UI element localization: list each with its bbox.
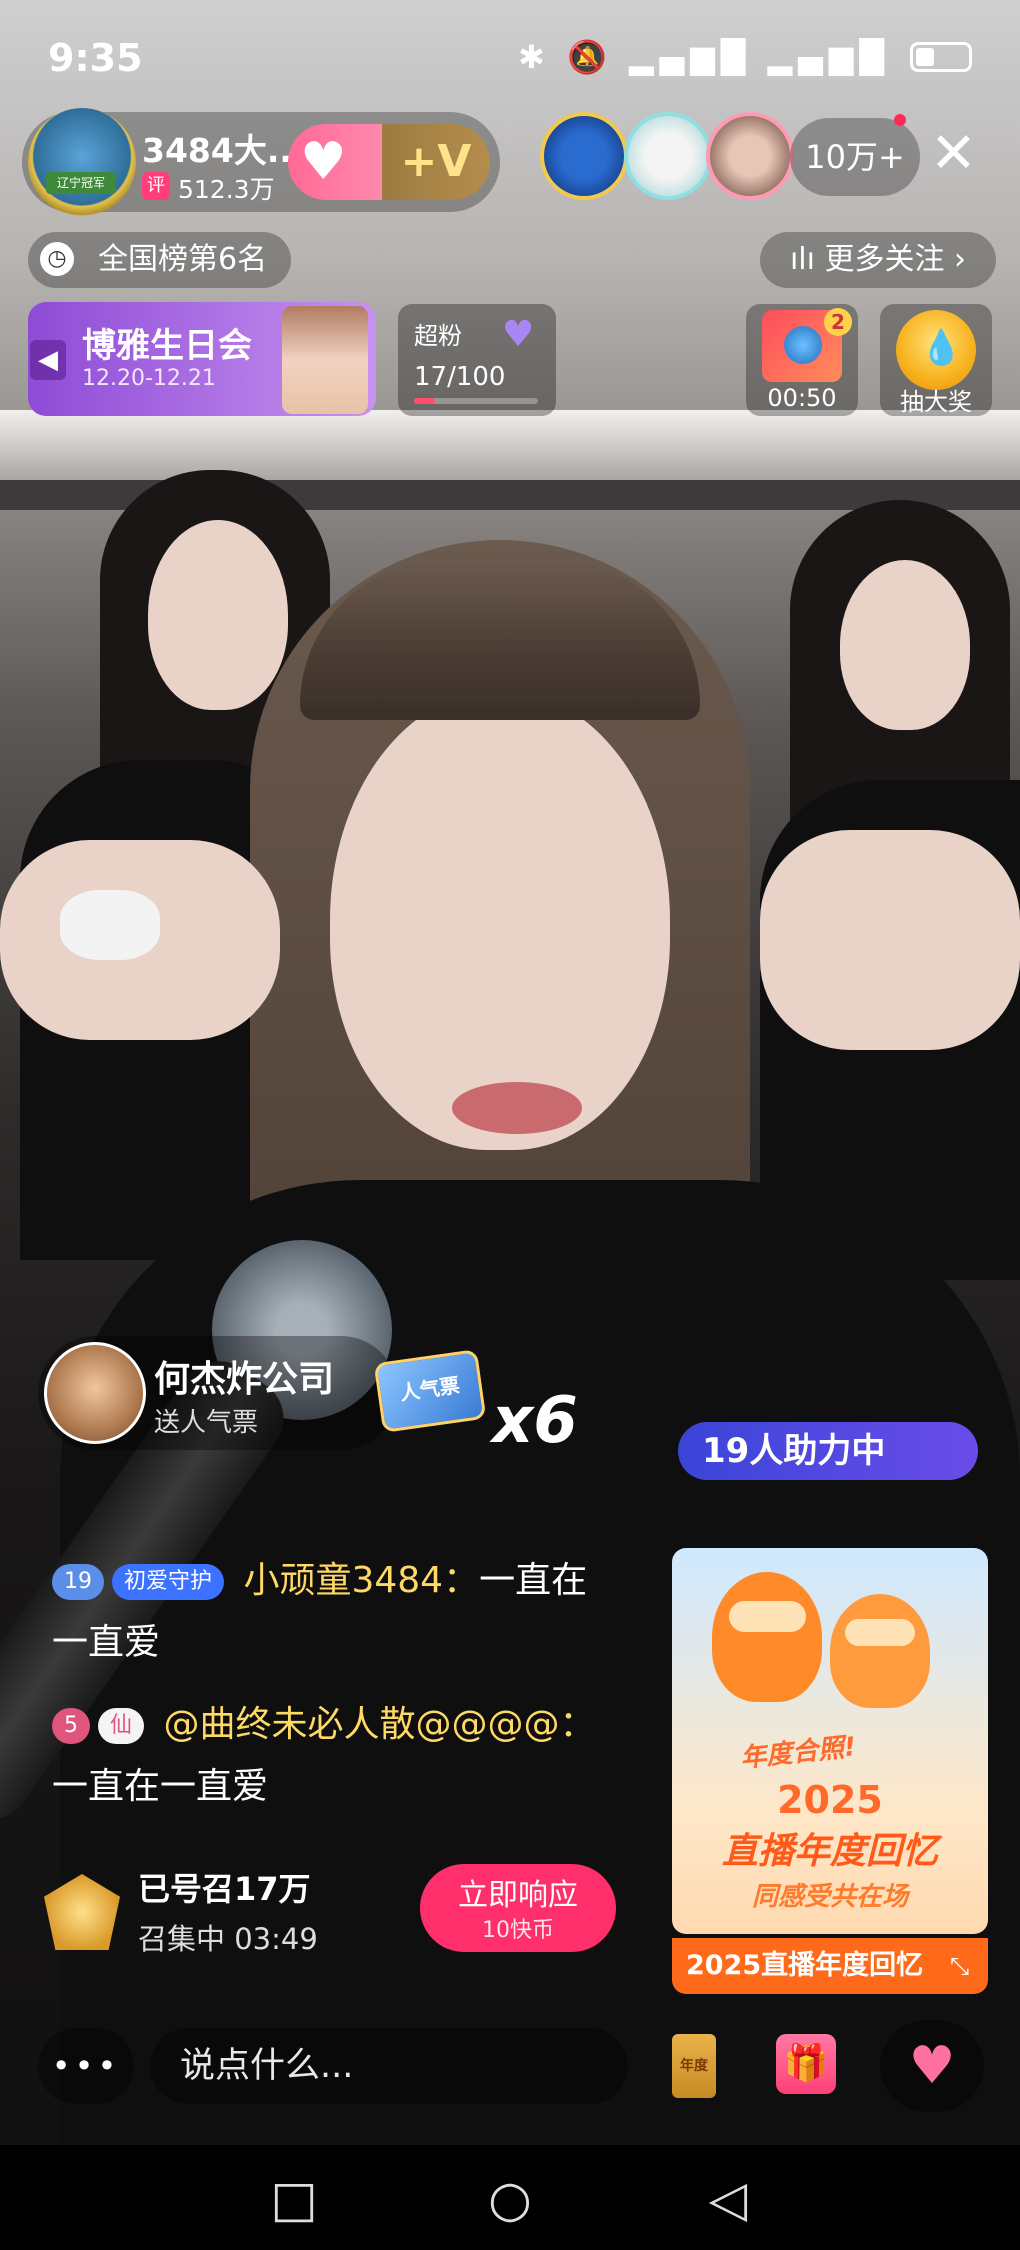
mascot-2 — [830, 1594, 930, 1708]
lottery-label: 抽大奖 — [900, 388, 972, 416]
super-fan-title: 超粉 — [414, 322, 462, 350]
guard-badge: 初爱守护 — [112, 1564, 225, 1600]
bluetooth-icon: ✱ — [517, 38, 551, 76]
host-score: 512.3万 — [178, 175, 275, 204]
gift-sender-name[interactable]: 何杰炸公司 — [154, 1350, 334, 1402]
fairy-badge: 仙 — [98, 1708, 145, 1744]
notification-dot — [894, 114, 906, 126]
right-person-face — [840, 560, 970, 730]
colon: ： — [559, 1704, 596, 1745]
viewer-count[interactable]: 10万+ — [790, 118, 920, 196]
rally-title: 已号召17万 — [138, 1870, 311, 1908]
chat-username[interactable]: @曲终未必人散@@@@ — [163, 1704, 559, 1745]
more-options-button[interactable]: ••• — [38, 2028, 134, 2104]
battery-icon — [910, 42, 972, 72]
super-fan-progress: 17/100 — [414, 362, 506, 392]
red-envelope-icon[interactable]: 年度 — [672, 2034, 716, 2098]
bar-chart-icon: ılı — [789, 242, 815, 277]
purple-heart-icon: ♥ — [502, 314, 535, 355]
promo-subtitle: 同感受共在场 — [751, 1882, 908, 1912]
box-count-badge: 2 — [824, 308, 852, 336]
chat-username[interactable]: 小顽童3484 — [243, 1560, 443, 1601]
host-name[interactable]: 3484大... — [142, 124, 304, 172]
clock-icon: ◷ — [40, 242, 74, 276]
home-icon[interactable]: ○ — [470, 2164, 550, 2234]
viewer-avatar-1[interactable] — [540, 112, 628, 200]
popularity-ticket-icon: 人气票 — [373, 1349, 487, 1433]
super-fan-progress-fill — [414, 398, 436, 404]
chat-list: 19 初爱守护 小顽童3484：一直在一直爱 5仙 @曲终未必人散@@@@：一直在… — [52, 1550, 622, 1818]
close-icon[interactable]: ✕ — [930, 124, 977, 184]
event-dates: 12.20-12.21 — [82, 366, 216, 391]
gift-sender-avatar[interactable] — [44, 1342, 146, 1444]
viewer-avatar-2[interactable] — [624, 112, 712, 200]
user-level-badge: 19 — [52, 1564, 104, 1600]
viewer-avatar-3[interactable] — [706, 112, 794, 200]
heart-plus-icon: ♥ — [300, 132, 347, 192]
right-hand — [760, 830, 1020, 1050]
host-avatar[interactable] — [28, 108, 136, 216]
colon: ： — [443, 1560, 480, 1601]
chat-message[interactable]: 19 初爱守护 小顽童3484：一直在一直爱 — [52, 1550, 622, 1674]
gift-action: 送人气票 — [154, 1408, 259, 1438]
studio-light — [0, 410, 1020, 490]
gift-multiplier: x6 — [492, 1384, 578, 1458]
rally-status: 召集中 03:49 — [138, 1922, 318, 1956]
left-person-face — [148, 520, 288, 710]
chat-message[interactable]: 5仙 @曲终未必人散@@@@： 一直在一直爱 — [52, 1694, 622, 1818]
host-badge-label: 辽宁冠军 — [46, 172, 116, 194]
promo-title: 直播年度回忆 — [721, 1831, 938, 1872]
globe-icon — [784, 326, 822, 364]
chevron-right-icon: › — [954, 242, 967, 277]
more-follow-label: 更多关注 — [824, 242, 945, 277]
promo-bar[interactable]: 2025直播年度回忆 — [672, 1938, 988, 1994]
user-level-badge: 5 — [52, 1708, 90, 1744]
mute-icon: 🔕 — [566, 38, 613, 76]
vip-button[interactable]: +V — [382, 124, 490, 200]
back-icon[interactable]: ◁ — [688, 2164, 768, 2234]
signal-icon-2: ▂▄▆█ — [767, 38, 890, 76]
score-tag: 评 — [142, 172, 170, 200]
status-icons: ✱ 🔕 ▂▄▆█ ▂▄▆█ — [518, 38, 890, 76]
gift-icon[interactable]: 🎁 — [776, 2034, 836, 2094]
event-host-image — [282, 306, 368, 414]
respond-button-cost: 10快币 — [482, 1918, 554, 1943]
respond-button-title: 立即响应 — [458, 1878, 578, 1913]
expand-icon[interactable]: ⤡ — [950, 1952, 969, 1980]
promo-year: 2025 — [777, 1778, 883, 1822]
recent-apps-icon[interactable]: □ — [254, 2164, 334, 2234]
center-person-mouth — [452, 1082, 582, 1134]
more-follow-button[interactable]: ılı 更多关注 › — [760, 232, 996, 288]
box-timer: 00:50 — [767, 384, 837, 412]
comment-input[interactable]: 说点什么... — [150, 2028, 628, 2104]
tissue — [60, 890, 160, 960]
status-time: 9:35 — [48, 36, 143, 80]
center-person-face — [330, 690, 670, 1150]
signal-icon: ▂▄▆█ — [628, 38, 752, 76]
mascot-1 — [712, 1572, 822, 1702]
event-title: 博雅生日会 — [82, 326, 252, 366]
drop-icon: 💧 — [920, 328, 963, 368]
helpers-banner[interactable]: 19人助力中 — [678, 1422, 978, 1480]
chevron-left-icon[interactable]: ◀ — [30, 340, 66, 380]
like-heart-icon[interactable]: ♥ — [880, 2020, 984, 2112]
chat-text: 一直在一直爱 — [52, 1766, 269, 1807]
